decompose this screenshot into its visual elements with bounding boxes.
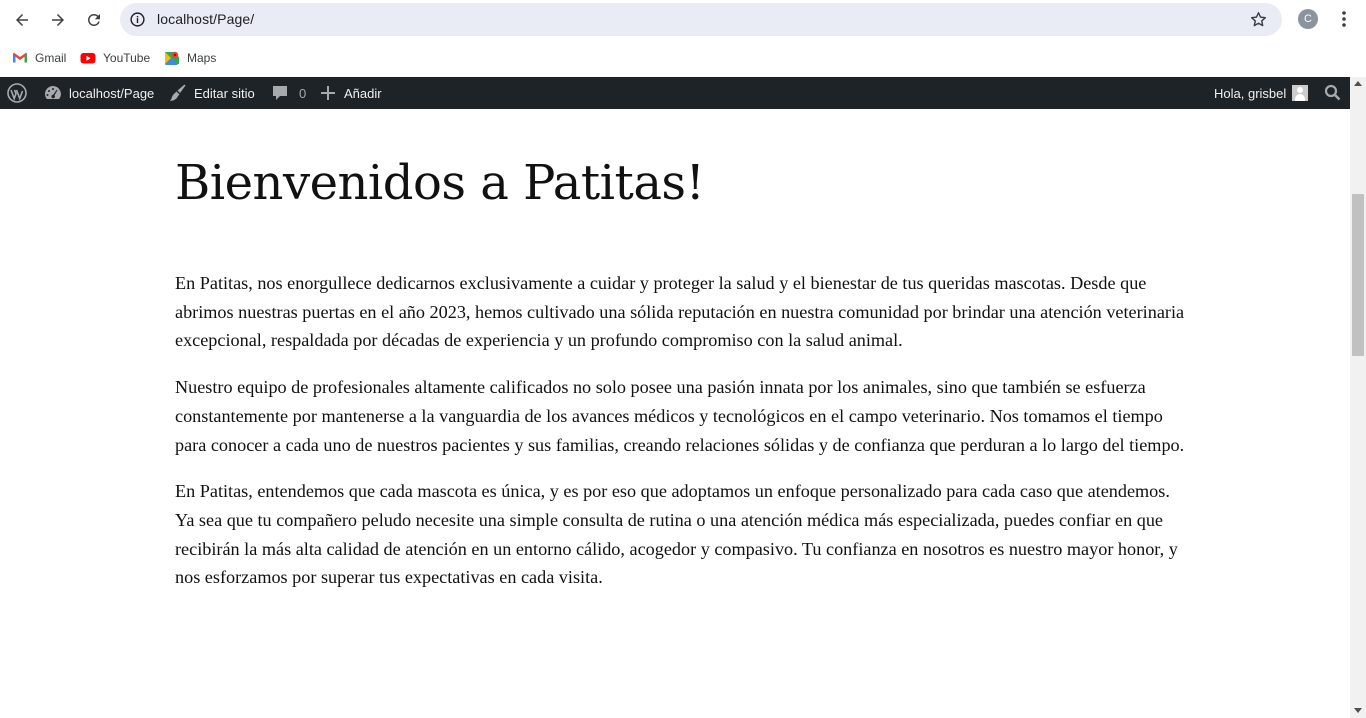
- wp-logo-menu[interactable]: [7, 77, 27, 109]
- scroll-thumb[interactable]: [1352, 194, 1364, 356]
- comments-count: 0: [299, 85, 307, 101]
- more-vert-icon[interactable]: [1335, 9, 1353, 29]
- wordpress-logo-icon: [7, 83, 27, 103]
- bookmark-star-icon[interactable]: [1249, 10, 1268, 29]
- arrow-left-icon: [16, 14, 28, 26]
- brush-icon: [170, 84, 186, 101]
- add-new-menu[interactable]: Añadir: [318, 77, 382, 109]
- info-icon[interactable]: [129, 11, 146, 28]
- bookmark-label: Maps: [187, 51, 217, 65]
- address-bar[interactable]: localhost/Page/: [120, 3, 1282, 36]
- comment-bubble-icon: [273, 86, 287, 100]
- bookmark-label: YouTube: [103, 51, 151, 65]
- search-button[interactable]: [1323, 77, 1343, 109]
- bookmark-youtube[interactable]: YouTube: [80, 49, 150, 67]
- edit-site-menu[interactable]: Editar sitio: [168, 77, 255, 109]
- youtube-icon: [80, 53, 96, 64]
- page-scrollbar[interactable]: [1350, 77, 1366, 718]
- forward-button[interactable]: [44, 6, 72, 34]
- browser-chrome: localhost/Page/ C Gmail YouTube Maps: [0, 0, 1366, 77]
- greeting-label: Hola, grisbel: [1214, 85, 1287, 101]
- paragraph-2: Nuestro equipo de profesionales altament…: [175, 377, 1185, 455]
- page-title: Bienvenidos a Patitas!: [175, 155, 705, 211]
- paragraph-1: En Patitas, nos enorgullece dedicarnos e…: [175, 273, 1185, 351]
- plus-icon: [321, 86, 335, 100]
- profile-avatar[interactable]: C: [1298, 9, 1318, 29]
- my-account-menu[interactable]: Hola, grisbel: [1214, 77, 1309, 109]
- site-name-menu[interactable]: localhost/Page: [43, 77, 154, 109]
- page-content: Bienvenidos a Patitas! En Patitas, nos e…: [175, 109, 1185, 592]
- arrow-right-icon: [52, 14, 64, 26]
- bookmark-maps[interactable]: Maps: [164, 49, 216, 67]
- gmail-icon: [13, 52, 27, 63]
- bookmark-label: Gmail: [35, 51, 67, 65]
- add-new-label: Añadir: [344, 85, 382, 101]
- comments-menu[interactable]: 0: [270, 77, 306, 109]
- maps-icon: [165, 51, 179, 65]
- back-button[interactable]: [8, 6, 36, 34]
- reload-button[interactable]: [80, 6, 108, 34]
- reload-icon: [87, 13, 100, 26]
- browser-toolbar: localhost/Page/ C: [0, 0, 1366, 40]
- site-name-label: localhost/Page: [69, 85, 155, 101]
- avatar: [1292, 85, 1309, 101]
- dashboard-icon: [45, 86, 61, 99]
- search-icon: [1324, 84, 1341, 101]
- wp-admin-bar: localhost/Page Editar sitio 0 Añadir Hol…: [0, 77, 1350, 109]
- url-text[interactable]: localhost/Page/: [157, 11, 254, 27]
- scroll-up-arrow-icon[interactable]: [1354, 81, 1362, 86]
- edit-site-label: Editar sitio: [194, 85, 255, 101]
- paragraph-3: En Patitas, entendemos que cada mascota …: [175, 481, 1178, 588]
- scroll-down-arrow-icon[interactable]: [1354, 708, 1362, 713]
- bookmarks-bar: Gmail YouTube Maps: [0, 40, 1366, 77]
- bookmark-gmail[interactable]: Gmail: [12, 49, 66, 67]
